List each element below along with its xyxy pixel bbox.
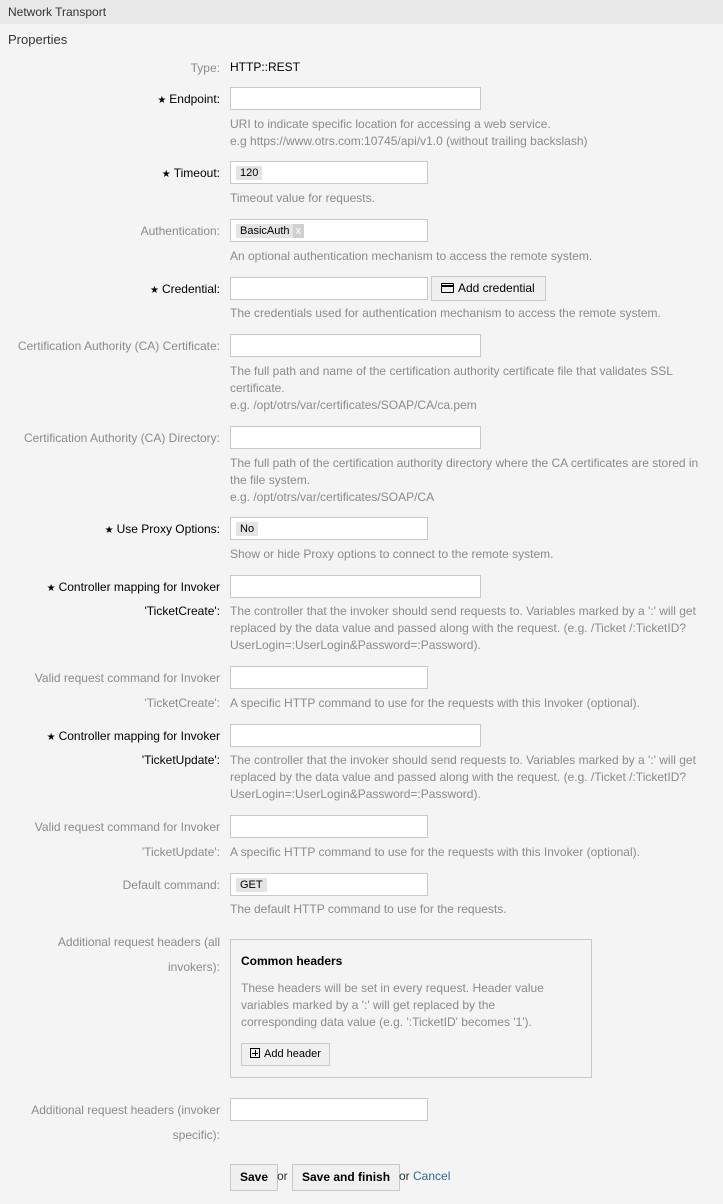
timeout-label: ★ Timeout:: [161, 166, 220, 180]
required-icon: ★: [104, 525, 114, 536]
controller-ticketcreate-label: ★ Controller mapping for Invoker: [46, 580, 220, 594]
command-ticketupdate-help: A specific HTTP command to use for the r…: [230, 845, 640, 859]
use-proxy-label: ★ Use Proxy Options:: [104, 522, 220, 536]
invoker-headers-select[interactable]: [230, 1098, 428, 1121]
widget-title: Network Transport: [8, 5, 107, 19]
default-command-value: GET: [236, 878, 267, 892]
default-command-label: Default command:: [122, 878, 220, 892]
ca-certificate-label: Certification Authority (CA) Certificate…: [17, 339, 220, 353]
timeout-help: Timeout value for requests.: [230, 191, 375, 205]
ca-certificate-help: The full path and name of the certificat…: [230, 364, 673, 412]
common-headers-label: Additional request headers (all: [57, 935, 220, 949]
invoker-headers-label: Additional request headers (invoker: [31, 1103, 220, 1117]
controller-ticketcreate-label-2: 'TicketCreate':: [144, 604, 221, 618]
command-ticketupdate-label-2: 'TicketUpdate':: [141, 845, 220, 859]
required-icon: ★: [46, 583, 56, 594]
command-ticketcreate-label-2: 'TicketCreate':: [144, 696, 221, 710]
credential-help: The credentials used for authentication …: [230, 306, 661, 320]
invoker-headers-label-2: specific):: [172, 1128, 220, 1142]
command-ticketcreate-label: Valid request command for Invoker: [34, 671, 220, 685]
required-icon: ★: [161, 169, 171, 180]
authentication-select[interactable]: BasicAuth x: [230, 219, 428, 242]
type-value: HTTP::REST: [230, 60, 301, 74]
or-text: or: [277, 1169, 288, 1183]
controller-ticketupdate-label: ★ Controller mapping for Invoker: [46, 729, 220, 743]
common-headers-box: Common headers These headers will be set…: [230, 939, 592, 1078]
ca-directory-label: Certification Authority (CA) Directory:: [23, 431, 220, 445]
default-command-select[interactable]: GET: [230, 873, 428, 896]
type-label: Type:: [190, 61, 220, 75]
save-and-finish-button[interactable]: Save and finish: [292, 1164, 401, 1191]
ca-directory-help: The full path of the certification autho…: [230, 456, 699, 504]
command-ticketupdate-label: Valid request command for Invoker: [34, 820, 220, 834]
ca-directory-input[interactable]: [230, 426, 481, 449]
controller-ticketupdate-input[interactable]: [230, 724, 481, 747]
authentication-help: An optional authentication mechanism to …: [230, 249, 593, 263]
authentication-token: BasicAuth x: [236, 224, 305, 238]
required-icon: ★: [46, 732, 56, 743]
ca-certificate-input[interactable]: [230, 334, 481, 357]
controller-ticketupdate-help: The controller that the invoker should s…: [230, 753, 696, 801]
section-title: Properties: [8, 32, 68, 47]
endpoint-label: ★ Endpoint:: [157, 92, 220, 106]
credential-select[interactable]: [230, 277, 428, 300]
required-icon: ★: [150, 285, 159, 296]
add-credential-button[interactable]: Add credential: [431, 276, 546, 301]
credit-card-icon: [441, 283, 454, 293]
cancel-link[interactable]: Cancel: [413, 1169, 450, 1183]
endpoint-input[interactable]: [230, 87, 481, 110]
common-headers-text: These headers will be set in every reque…: [241, 981, 544, 1029]
command-ticketupdate-select[interactable]: [230, 815, 428, 838]
required-icon: ★: [157, 95, 167, 106]
save-button[interactable]: Save: [230, 1164, 279, 1191]
controller-ticketupdate-label-2: 'TicketUpdate':: [141, 753, 220, 767]
use-proxy-help: Show or hide Proxy options to connect to…: [230, 547, 554, 561]
remove-token-icon[interactable]: x: [292, 224, 305, 238]
controller-ticketcreate-input[interactable]: [230, 575, 481, 598]
widget-header: Network Transport: [0, 0, 723, 24]
common-headers-title: Common headers: [241, 954, 343, 968]
or-text-2: or Cancel: [399, 1169, 451, 1183]
endpoint-help: URI to indicate specific location for ac…: [230, 117, 588, 148]
timeout-select[interactable]: 120: [230, 161, 428, 184]
command-ticketcreate-help: A specific HTTP command to use for the r…: [230, 696, 640, 710]
authentication-label: Authentication:: [140, 224, 220, 238]
controller-ticketcreate-help: The controller that the invoker should s…: [230, 604, 696, 652]
plus-square-icon: [250, 1048, 260, 1058]
timeout-value: 120: [236, 166, 263, 180]
common-headers-label-2: invokers):: [167, 960, 220, 974]
default-command-help: The default HTTP command to use for the …: [230, 902, 507, 916]
credential-label: ★ Credential:: [150, 282, 220, 296]
use-proxy-select[interactable]: No: [230, 517, 428, 540]
command-ticketcreate-select[interactable]: [230, 666, 428, 689]
add-header-button[interactable]: Add header: [241, 1043, 330, 1066]
use-proxy-value: No: [236, 522, 259, 536]
